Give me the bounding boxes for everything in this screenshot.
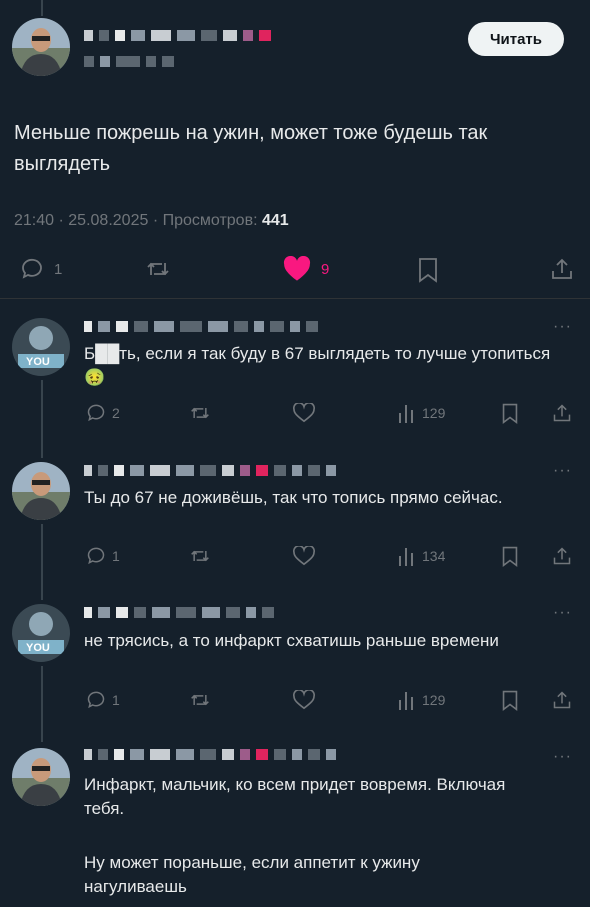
svg-text:YOU: YOU xyxy=(26,642,50,654)
thread-line xyxy=(41,380,43,458)
views-count: 129 xyxy=(422,692,446,708)
thread-line xyxy=(41,524,43,600)
bookmark-icon xyxy=(502,690,518,711)
views-count: 441 xyxy=(261,212,289,229)
retweet-icon xyxy=(191,550,209,562)
author-handle-blurred[interactable] xyxy=(84,56,180,67)
bookmark-icon xyxy=(502,546,518,567)
heart-icon xyxy=(293,690,315,710)
retweet-icon xyxy=(147,262,169,276)
reply-action[interactable]: 1 xyxy=(20,257,62,281)
bookmark-icon xyxy=(502,403,518,424)
more-icon[interactable]: ··· xyxy=(553,604,572,622)
retweet-icon xyxy=(191,694,209,706)
author-name-blurred[interactable] xyxy=(84,607,280,618)
reply-icon xyxy=(87,691,105,709)
bookmark-action[interactable] xyxy=(501,690,519,711)
bookmark-action[interactable] xyxy=(417,257,439,283)
like-action[interactable] xyxy=(293,546,315,566)
retweet-icon xyxy=(191,407,209,419)
like-action[interactable] xyxy=(293,690,315,710)
share-action[interactable] xyxy=(550,257,574,281)
reply-icon xyxy=(87,547,105,565)
heart-icon xyxy=(283,256,311,281)
views-icon xyxy=(399,692,413,710)
author-name-blurred[interactable] xyxy=(84,749,342,760)
share-icon xyxy=(553,691,571,709)
avatar[interactable]: YOU xyxy=(12,604,70,662)
thread-line-top xyxy=(41,0,43,16)
views-action[interactable]: 129 xyxy=(398,690,445,710)
views-icon xyxy=(399,548,413,566)
reply-text: Б██ть, если я так буду в 67 выглядеть то… xyxy=(84,344,551,387)
reply-action[interactable]: 1 xyxy=(86,690,120,710)
avatar[interactable] xyxy=(12,462,70,520)
heart-icon xyxy=(293,546,315,566)
share-icon xyxy=(553,547,571,565)
post-date: 25.08.2025 xyxy=(68,212,149,229)
author-name-blurred[interactable] xyxy=(84,321,324,332)
reply-action[interactable]: 2 xyxy=(86,403,120,423)
reply-icon xyxy=(87,404,105,422)
views-action[interactable]: 129 xyxy=(398,403,445,423)
post-time: 21:40 xyxy=(14,212,55,229)
retweet-action[interactable] xyxy=(190,546,210,566)
share-icon xyxy=(553,404,571,422)
reply-icon xyxy=(22,258,42,279)
bookmark-action[interactable] xyxy=(501,546,519,567)
svg-text:YOU: YOU xyxy=(26,356,50,368)
reply-action[interactable]: 1 xyxy=(86,546,120,566)
read-button[interactable]: Читать xyxy=(468,22,564,56)
post-meta: 21:40 · 25.08.2025 · Просмотров: 441 xyxy=(14,212,289,229)
more-icon[interactable]: ··· xyxy=(553,462,572,480)
share-icon xyxy=(552,258,572,279)
reply-count: 1 xyxy=(112,692,120,708)
reply-count: 2 xyxy=(112,405,120,421)
share-action[interactable] xyxy=(552,403,572,423)
divider xyxy=(0,298,590,299)
heart-icon xyxy=(293,403,315,423)
more-icon[interactable]: ··· xyxy=(553,318,572,336)
share-action[interactable] xyxy=(552,690,572,710)
avatar[interactable] xyxy=(12,18,70,76)
reply-count: 1 xyxy=(54,260,63,278)
thread-line xyxy=(41,666,43,742)
retweet-action[interactable] xyxy=(190,690,210,710)
retweet-action[interactable] xyxy=(190,403,210,423)
post-text: Меньше пожрешь на ужин, может тоже будеш… xyxy=(14,122,488,175)
views-icon xyxy=(399,405,413,423)
share-action[interactable] xyxy=(552,546,572,566)
views-label: Просмотров: xyxy=(162,212,258,229)
avatar[interactable]: YOU xyxy=(12,318,70,376)
like-count: 9 xyxy=(321,260,330,278)
avatar[interactable] xyxy=(12,748,70,806)
reply-text: Ты до 67 не доживёшь, так что топись пря… xyxy=(84,488,503,507)
reply-text-paragraph-2: Ну может пораньше, если аппетит к ужину … xyxy=(84,853,420,896)
reply-text: не трясись, а то инфаркт схватишь раньше… xyxy=(84,631,499,650)
reply-text: Инфаркт, мальчик, ко всем придет вовремя… xyxy=(84,775,506,818)
bookmark-action[interactable] xyxy=(501,403,519,424)
more-icon[interactable]: ··· xyxy=(553,748,572,766)
like-action[interactable]: 9 xyxy=(283,256,329,282)
like-action[interactable] xyxy=(293,403,315,423)
author-name-blurred[interactable] xyxy=(84,465,342,476)
views-action[interactable]: 134 xyxy=(398,546,445,566)
views-count: 129 xyxy=(422,405,446,421)
views-count: 134 xyxy=(422,548,446,564)
reply-count: 1 xyxy=(112,548,120,564)
author-name-blurred[interactable] xyxy=(84,30,277,41)
bookmark-icon xyxy=(419,258,437,283)
retweet-action[interactable] xyxy=(146,257,170,281)
